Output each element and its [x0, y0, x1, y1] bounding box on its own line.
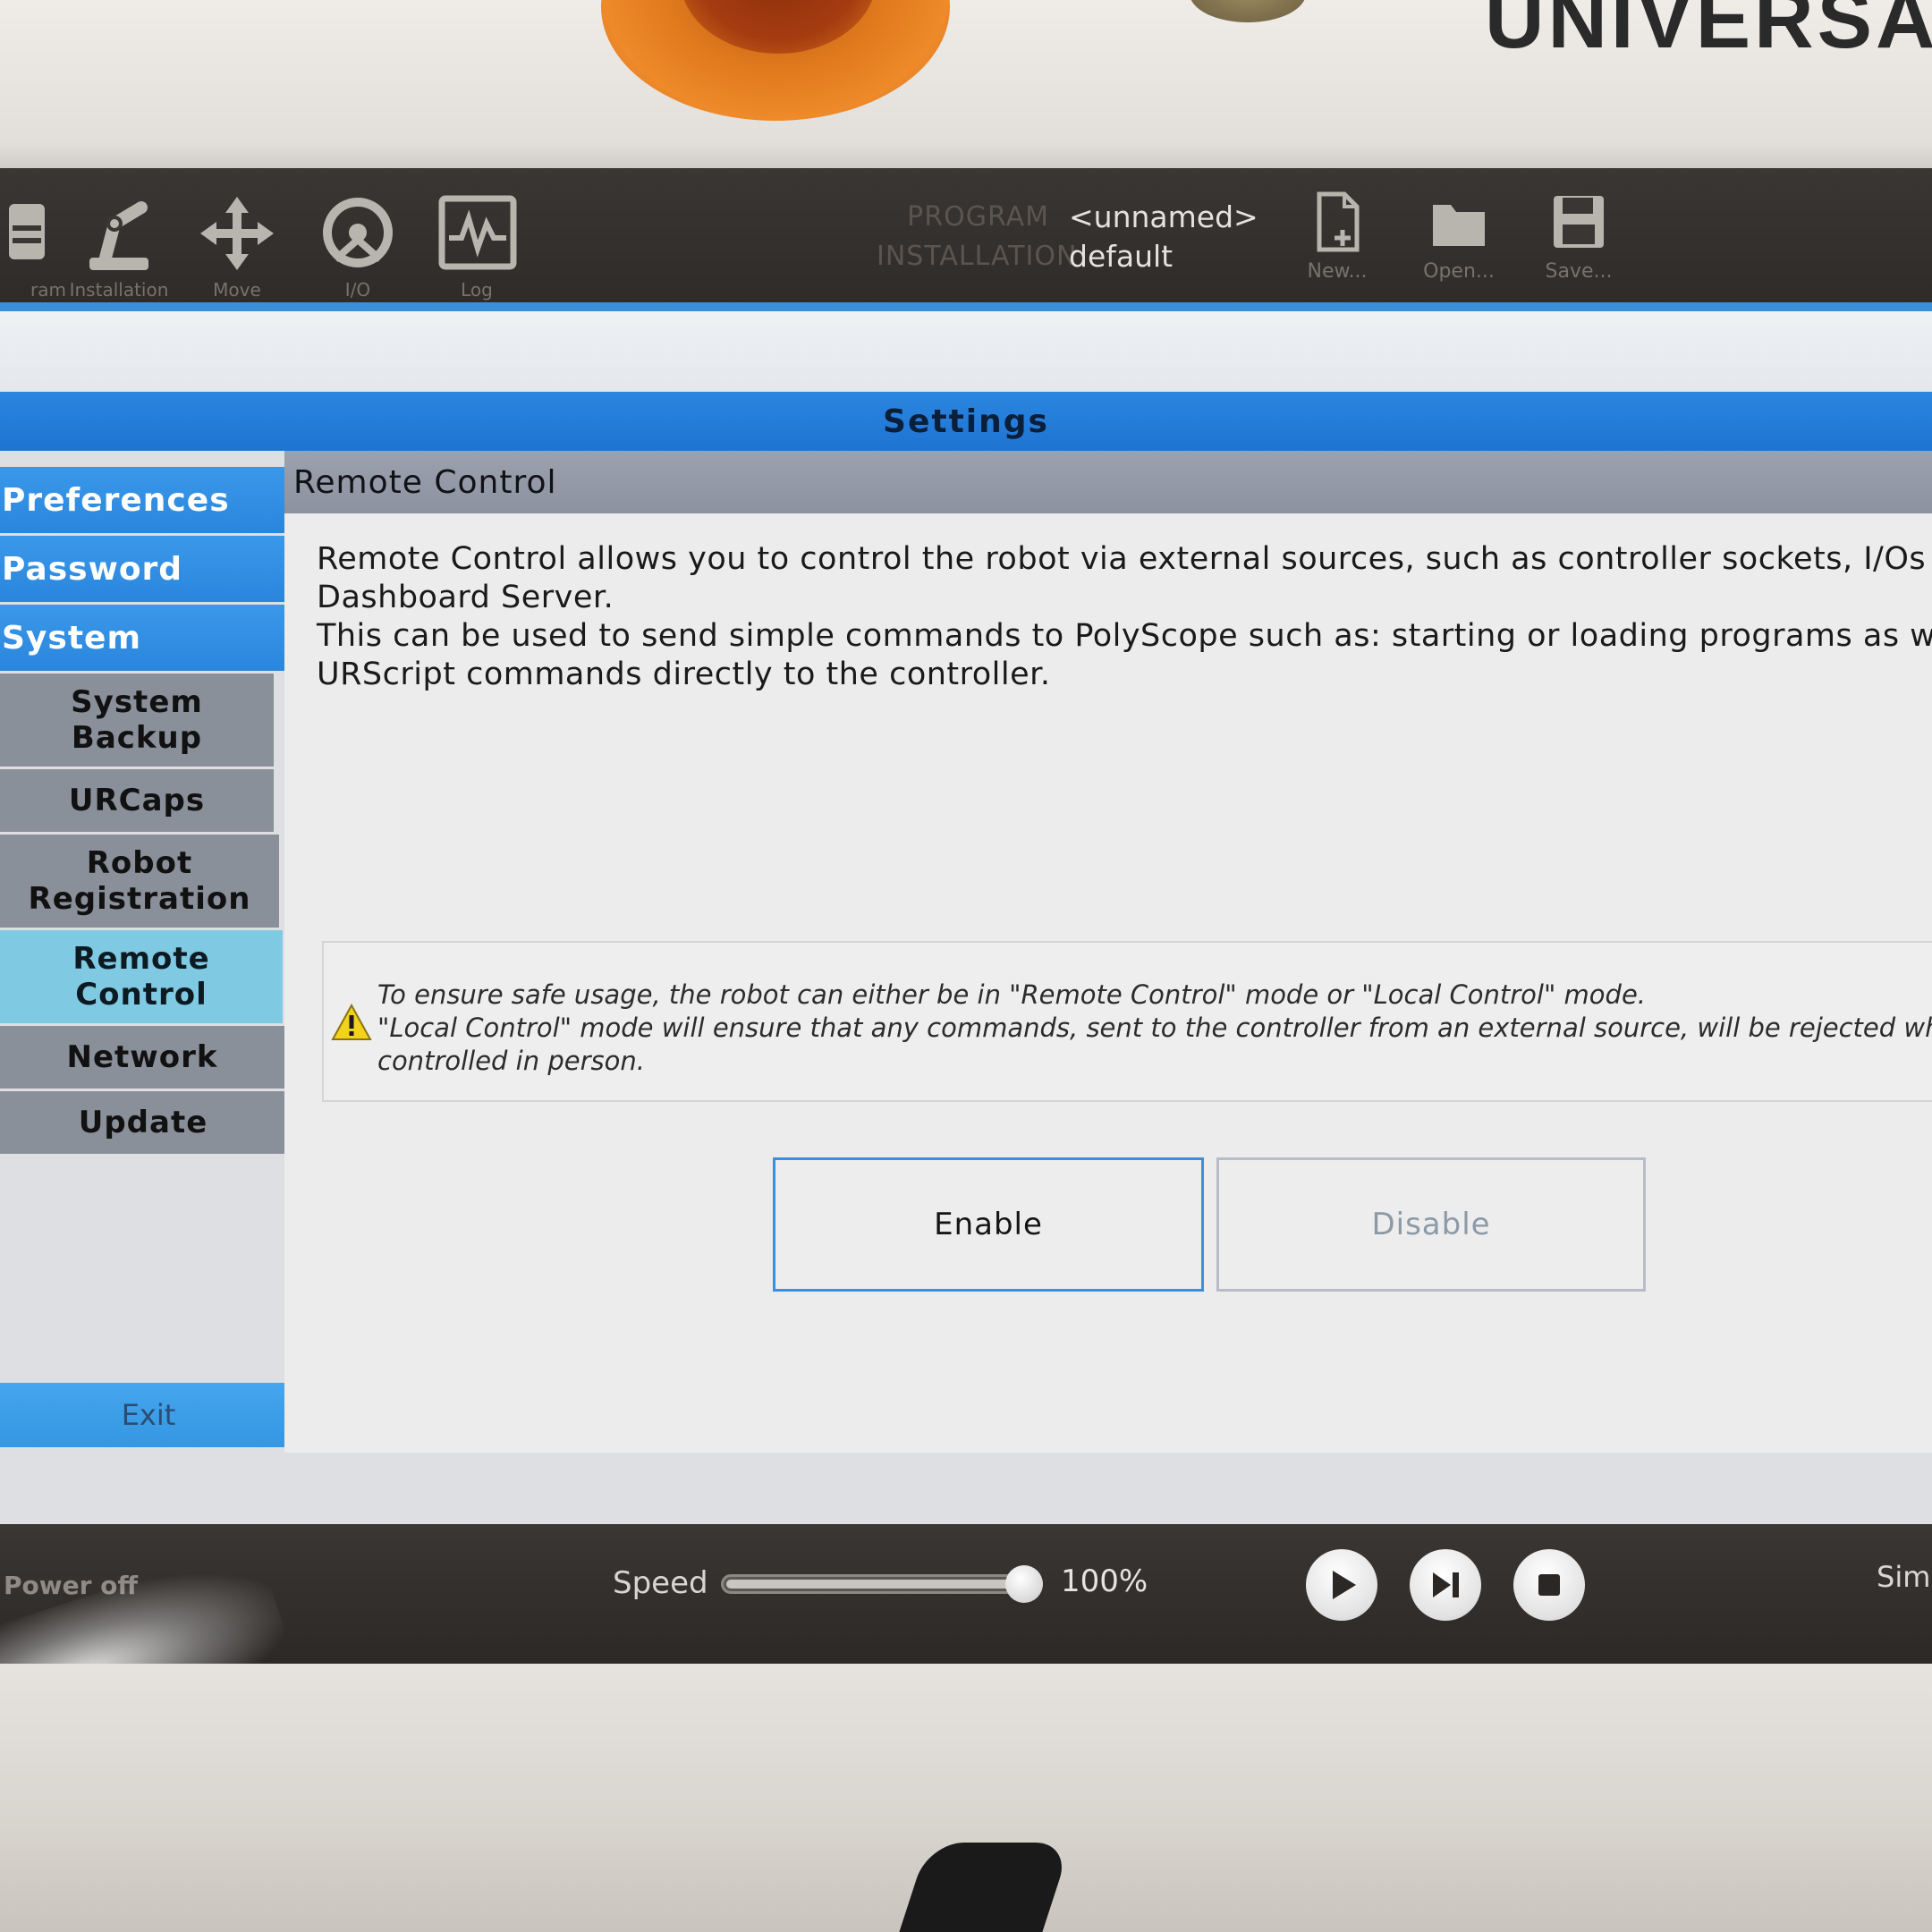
- stop-button[interactable]: [1513, 1549, 1585, 1621]
- sidebar-item-system-backup[interactable]: System Backup: [0, 674, 274, 767]
- settings-sidebar: Preferences Password System System Backu…: [0, 467, 295, 1157]
- installation-name: default: [1069, 238, 1174, 274]
- speed-label: Speed: [613, 1565, 708, 1601]
- save-disk-icon: [1554, 196, 1604, 248]
- new-file-icon: [1317, 191, 1360, 252]
- panel-heading: Remote Control: [284, 451, 1932, 513]
- warning-icon: [331, 1004, 372, 1040]
- move-arrows-icon: [200, 197, 274, 270]
- sidebar-item-remote-control[interactable]: Remote Control: [0, 930, 283, 1023]
- tab-log[interactable]: Log: [419, 188, 535, 301]
- sidebar-item-urcaps[interactable]: URCaps: [0, 769, 274, 832]
- play-button[interactable]: [1306, 1549, 1377, 1621]
- header-band: [0, 311, 1932, 392]
- sidebar-item-update[interactable]: Update: [0, 1091, 286, 1154]
- top-toolbar: ram Installation Move I/O Log PROGRAM <u…: [0, 168, 1932, 311]
- installation-label: INSTALLATION: [877, 240, 1078, 272]
- save-button[interactable]: Save...: [1530, 191, 1628, 283]
- tab-installation[interactable]: Installation: [61, 188, 177, 301]
- open-folder-icon: [1433, 205, 1485, 246]
- log-icon: [438, 195, 517, 270]
- settings-content: Preferences Password System System Backu…: [0, 451, 1932, 1614]
- sidebar-item-robot-registration[interactable]: Robot Registration: [0, 835, 279, 928]
- tab-move[interactable]: Move: [179, 188, 295, 301]
- step-icon: [1433, 1572, 1459, 1597]
- sidebar-item-preferences[interactable]: Preferences: [0, 467, 295, 533]
- speed-value: 100%: [1061, 1563, 1148, 1599]
- step-button[interactable]: [1410, 1549, 1481, 1621]
- remote-control-description: Remote Control allows you to control the…: [317, 541, 1932, 692]
- speed-slider-fill: [726, 1580, 1038, 1589]
- exit-button[interactable]: Exit: [0, 1383, 297, 1447]
- sidebar-item-system[interactable]: System: [0, 605, 295, 671]
- tab-io[interactable]: I/O: [300, 188, 416, 301]
- enable-button[interactable]: Enable: [773, 1157, 1204, 1292]
- stop-icon: [1538, 1574, 1560, 1596]
- touch-screen: ram Installation Move I/O Log PROGRAM <u…: [0, 168, 1932, 1671]
- speed-slider-handle[interactable]: [1005, 1565, 1043, 1603]
- sidebar-item-network[interactable]: Network: [0, 1026, 284, 1089]
- toolbar-accent-line: [0, 302, 1932, 311]
- new-button[interactable]: New...: [1288, 191, 1386, 283]
- program-info: PROGRAM <unnamed> INSTALLATION default: [877, 197, 1258, 275]
- open-button[interactable]: Open...: [1410, 191, 1508, 283]
- speed-slider[interactable]: [721, 1574, 1043, 1594]
- disable-button[interactable]: Disable: [1216, 1157, 1646, 1292]
- notice-text: To ensure safe usage, the robot can eith…: [377, 979, 1932, 1076]
- simulation-toggle[interactable]: Sim: [1877, 1560, 1930, 1594]
- remote-control-panel: Remote Control Remote Control allows you…: [284, 451, 1932, 1453]
- program-name: <unnamed>: [1069, 199, 1258, 234]
- page-title: Settings: [883, 402, 1049, 440]
- robot-arm-icon: [89, 201, 148, 270]
- play-icon: [1333, 1571, 1356, 1599]
- brand-logo-text: UNIVERSAL: [1485, 0, 1932, 65]
- program-icon: [9, 204, 45, 259]
- safety-notice: To ensure safe usage, the robot can eith…: [322, 941, 1932, 1102]
- io-icon: [323, 198, 393, 267]
- sidebar-item-password[interactable]: Password: [0, 536, 295, 602]
- settings-title-bar: Settings: [0, 392, 1932, 451]
- program-label: PROGRAM: [907, 200, 1049, 233]
